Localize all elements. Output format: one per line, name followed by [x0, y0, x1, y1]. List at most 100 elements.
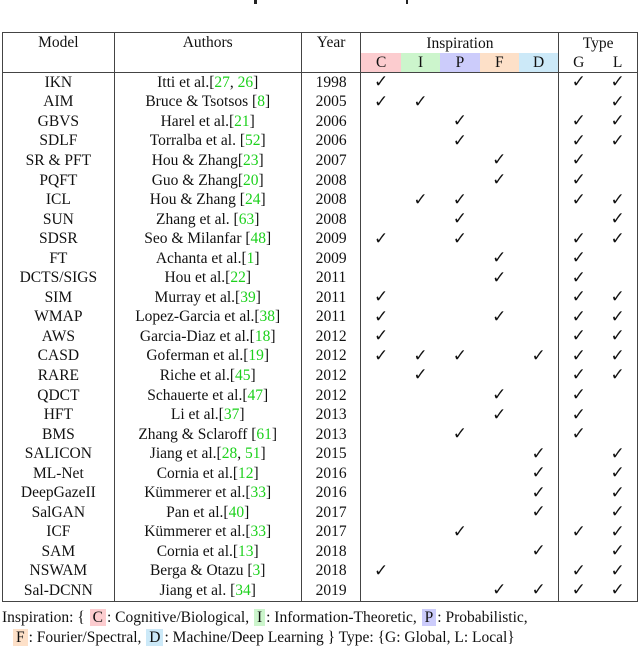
- legend-line-1: Inspiration: { C: Cognitive/Biological, …: [2, 608, 638, 628]
- citation-link[interactable]: 23: [243, 152, 259, 169]
- cell-g: [559, 464, 598, 484]
- author-text: Torralba et al.: [149, 132, 240, 150]
- cell-year: 2008: [301, 170, 362, 191]
- cell-authors: Garcia-Diaz et al.[18]: [114, 327, 302, 347]
- citation-bracket: ]: [263, 347, 270, 365]
- checkmark-icon: ✓: [610, 560, 625, 581]
- cell-authors: Goferman et al.[19]: [114, 346, 302, 367]
- cell-model: IKN: [2, 72, 115, 93]
- cell-d: ✓: [518, 443, 560, 464]
- citation-bracket: ]: [253, 542, 259, 560]
- checkmark-icon: ✓: [492, 267, 507, 288]
- cell-d: [518, 151, 560, 171]
- cell-p: ✓: [440, 210, 479, 230]
- citation-link[interactable]: 28: [222, 445, 238, 462]
- citation-link[interactable]: 33: [251, 484, 267, 501]
- legend-item-i: I: Information-Theoretic,: [253, 609, 421, 626]
- checkmark-icon: ✓: [531, 443, 546, 464]
- cell-authors: Lopez-Garcia et al.[38]: [114, 307, 302, 328]
- checkmark-icon: ✓: [452, 209, 468, 230]
- cell-g: ✓: [559, 190, 598, 210]
- cell-d: [518, 170, 560, 191]
- cell-p: [440, 151, 479, 171]
- table-row: BMS Zhang & Sclaroff [61] 2013 ✓ ✓: [2, 424, 638, 445]
- checkmark-icon: ✓: [452, 424, 468, 445]
- cell-i: ✓: [401, 93, 440, 113]
- author-text: Lopez-Garcia et al.: [135, 308, 255, 326]
- table-row: AIM Bruce & Tsotsos [8] 2005 ✓ ✓ ✓: [2, 92, 638, 113]
- citation-link[interactable]: 47: [248, 387, 264, 404]
- table-row: RARE Riche et al.[45] 2012 ✓ ✓ ✓: [2, 365, 638, 386]
- checkmark-icon: ✓: [571, 189, 586, 210]
- citation-link[interactable]: 21: [234, 113, 250, 130]
- citation-link[interactable]: 13: [238, 543, 254, 560]
- saliency-models-table: Model Authors Year Inspiration Type CIPF…: [2, 32, 638, 602]
- cell-year: 2011: [301, 288, 362, 308]
- cell-l: [598, 425, 637, 445]
- checkmark-icon: ✓: [452, 521, 468, 542]
- citation-link[interactable]: 45: [235, 367, 251, 384]
- checkmark-icon: ✓: [610, 365, 625, 386]
- citation-link[interactable]: 63: [239, 211, 255, 228]
- cell-l: ✓: [598, 308, 637, 328]
- citation-bracket: ]: [253, 73, 259, 91]
- citation-bracket: ]: [260, 562, 266, 580]
- cell-i: [401, 542, 440, 562]
- citation-link[interactable]: 52: [245, 132, 261, 149]
- citation-link[interactable]: 18: [255, 328, 271, 345]
- legend-line-2: F: Fourier/Spectral, D: Machine/Deep Lea…: [2, 628, 638, 648]
- checkmark-icon: ✓: [452, 111, 468, 132]
- cell-model: SDLF: [2, 131, 115, 152]
- subheader-inspiration-i: I: [400, 53, 441, 73]
- citation-link[interactable]: 8: [257, 93, 265, 110]
- checkmark-icon: ✓: [571, 287, 586, 308]
- legend-inspiration-suffix: }: [327, 629, 336, 646]
- citation-link[interactable]: 39: [240, 289, 256, 306]
- citation-link[interactable]: 20: [243, 172, 259, 189]
- cell-model: QDCT: [2, 385, 115, 406]
- citation-bracket: ]: [239, 406, 245, 424]
- cell-year: 2017: [301, 503, 362, 523]
- checkmark-icon: ✓: [610, 541, 625, 562]
- cell-l: ✓: [598, 581, 638, 602]
- citation-link[interactable]: 22: [230, 269, 246, 286]
- citation-bracket: ]: [244, 503, 250, 521]
- cell-f: [480, 542, 519, 562]
- cell-c: ✓: [361, 93, 401, 113]
- checkmark-icon: ✓: [374, 560, 389, 581]
- citation-link[interactable]: 26: [238, 74, 254, 91]
- citation-link[interactable]: 19: [248, 347, 264, 364]
- cell-p: [440, 308, 479, 328]
- citation-bracket: ]: [254, 210, 260, 228]
- cell-i: [401, 425, 440, 445]
- cell-g: [559, 444, 598, 464]
- cell-c: [361, 210, 401, 230]
- citation-link[interactable]: 12: [238, 465, 254, 482]
- checkmark-icon: ✓: [492, 306, 507, 327]
- author-text: Zhang & Sclaroff: [138, 425, 252, 443]
- table-row: SDSR Seo & Milanfar [48] 2009 ✓ ✓ ✓ ✓: [2, 229, 638, 249]
- cell-g: ✓: [559, 523, 598, 543]
- citation-link[interactable]: 38: [260, 308, 276, 325]
- citation-link[interactable]: 51: [245, 445, 261, 462]
- citation-link[interactable]: 37: [224, 406, 240, 423]
- citation-link[interactable]: 48: [251, 230, 267, 247]
- cell-model: GBVS: [2, 112, 115, 132]
- citation-bracket: ]: [255, 288, 261, 306]
- citation-link[interactable]: 34: [235, 582, 251, 599]
- cell-authors: Zhang et al. [63]: [114, 209, 302, 230]
- cell-model: CASD: [2, 346, 115, 367]
- table-row: IKN Itti et al.[27, 26] 1998 ✓ ✓ ✓: [2, 72, 638, 93]
- cell-year: 2012: [301, 327, 362, 347]
- cell-l: ✓: [598, 542, 637, 562]
- cell-model: ML-Net: [2, 463, 115, 484]
- checkmark-icon: ✓: [413, 189, 428, 210]
- legend-item-text: : Probabilistic,: [437, 609, 528, 626]
- citation-link[interactable]: 27: [214, 74, 230, 91]
- citation-link[interactable]: 61: [256, 426, 272, 443]
- cell-d: ✓: [518, 346, 560, 367]
- cropped-caption-fragment: [0, 0, 640, 5]
- citation-link[interactable]: 33: [251, 523, 267, 540]
- citation-link[interactable]: 40: [229, 504, 245, 521]
- citation-link[interactable]: 24: [245, 191, 261, 208]
